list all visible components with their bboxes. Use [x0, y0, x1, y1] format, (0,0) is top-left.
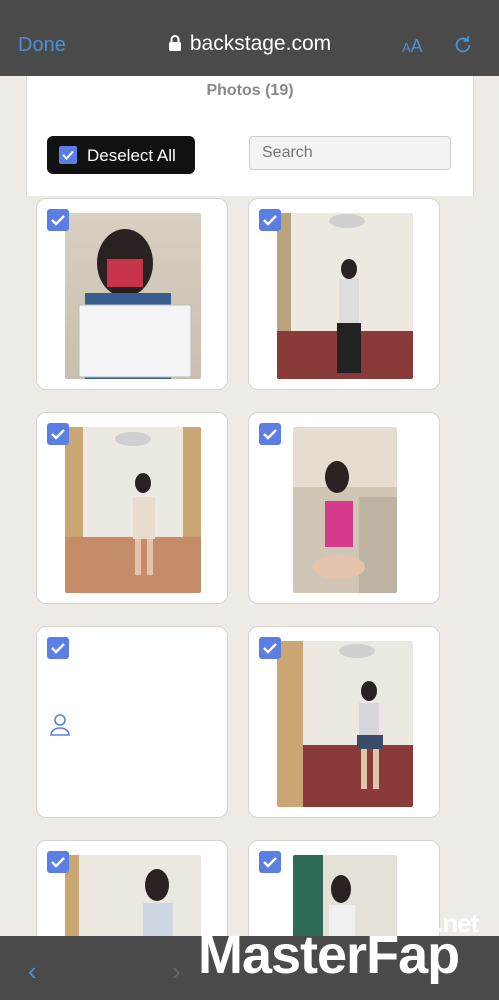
photo-card[interactable]	[36, 198, 228, 390]
photo-card[interactable]	[248, 626, 440, 818]
checkbox-icon[interactable]	[47, 851, 69, 873]
checkbox-icon[interactable]	[259, 637, 281, 659]
photo-thumbnail	[277, 213, 413, 379]
reload-icon[interactable]	[452, 34, 474, 56]
checkbox-icon[interactable]	[259, 423, 281, 445]
photo-card[interactable]	[248, 840, 440, 936]
photo-thumbnail	[277, 641, 413, 807]
web-page: Photos (19) Deselect All	[0, 76, 499, 936]
checkbox-icon	[59, 146, 77, 164]
photo-thumbnail	[65, 213, 201, 379]
photo-thumbnail	[293, 427, 397, 593]
photo-card[interactable]	[36, 412, 228, 604]
photo-card[interactable]	[36, 626, 228, 818]
back-chevron-icon[interactable]: ‹	[28, 956, 37, 987]
checkbox-icon[interactable]	[47, 423, 69, 445]
checkbox-icon[interactable]	[47, 209, 69, 231]
lock-icon	[168, 35, 181, 51]
url-bar[interactable]: backstage.com	[0, 32, 499, 56]
watermark-suffix: .net	[436, 908, 479, 938]
checkbox-icon[interactable]	[259, 209, 281, 231]
watermark-text-a: Master	[198, 925, 367, 985]
checkbox-icon[interactable]	[47, 637, 69, 659]
checkbox-icon[interactable]	[259, 851, 281, 873]
deselect-all-label: Deselect All	[87, 146, 176, 165]
browser-toolbar: Done backstage.com AA	[0, 0, 499, 76]
text-size-button[interactable]: AA	[402, 36, 423, 57]
watermark: MasterFap .net	[198, 908, 479, 986]
photos-title: Photos (19)	[206, 82, 294, 99]
url-text: backstage.com	[189, 32, 332, 55]
photo-card[interactable]	[36, 840, 228, 936]
person-icon	[50, 714, 70, 736]
photos-panel: Photos (19) Deselect All	[26, 76, 474, 196]
forward-chevron-icon[interactable]: ›	[172, 956, 181, 987]
photo-thumbnail	[65, 855, 201, 936]
photo-grid	[26, 192, 472, 936]
photo-card[interactable]	[248, 412, 440, 604]
search-input[interactable]	[249, 136, 451, 170]
deselect-all-button[interactable]: Deselect All	[47, 136, 195, 174]
photo-thumbnail	[65, 427, 201, 593]
photo-card[interactable]	[248, 198, 440, 390]
